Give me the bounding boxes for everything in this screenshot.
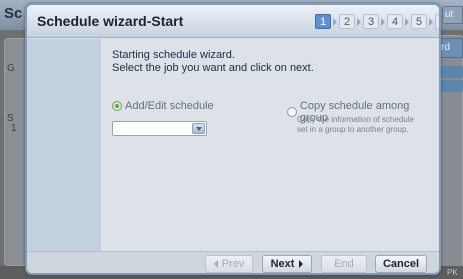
background-right-chip [440,66,463,78]
step-arrow-icon [379,14,387,29]
arrow-right-icon [299,260,304,269]
intro-line-1: Starting schedule wizard. [112,49,235,61]
step-3: 3 [363,14,379,29]
step-5: 5 [411,14,427,29]
copy-option-description: Copy the information of schedule set in … [297,115,414,135]
cancel-button-label: Cancel [382,258,420,270]
step-4: 4 [387,14,403,29]
cancel-button[interactable]: Cancel [375,255,427,273]
background-left-letter: 1 [11,123,17,134]
dialog-header: Schedule wizard-Start 1 2 3 4 5 6 [27,5,439,38]
dialog-sidebar [27,39,101,251]
chevron-down-icon[interactable] [192,123,205,134]
step-1: 1 [315,14,331,29]
schedule-select[interactable] [112,121,207,136]
option-add-edit-schedule[interactable]: Add/Edit schedule [112,100,214,112]
background-window-title: Sc [4,5,23,22]
prev-button[interactable]: Prev [205,255,253,273]
step-arrow-icon [403,14,411,29]
background-right-tab: rd [438,38,463,58]
next-button-label: Next [270,258,295,270]
step-6: 6 [435,14,439,29]
next-button[interactable]: Next [262,255,312,273]
prev-button-label: Prev [221,258,245,270]
end-button[interactable]: End [321,255,367,273]
intro-line-2: Select the job you want and click on nex… [112,62,314,74]
step-arrow-icon [427,14,435,29]
background-status-text: PK [447,268,458,277]
option-add-edit-label[interactable]: Add/Edit schedule [125,100,214,112]
step-2: 2 [339,14,355,29]
dialog-footer: Prev Next End Cancel [27,251,439,273]
copy-desc-line-2: set in a group to another group. [297,125,409,134]
background-top-right-button: ut [442,6,463,24]
dialog-content: Starting schedule wizard. Select the job… [101,39,439,251]
radio-copy[interactable] [287,107,297,117]
copy-desc-line-1: Copy the information of schedule [297,115,414,124]
wizard-step-indicator: 1 2 3 4 5 6 [315,14,439,29]
schedule-wizard-dialog: Schedule wizard-Start 1 2 3 4 5 6 Starti… [25,3,441,275]
dialog-title: Schedule wizard-Start [37,13,184,29]
radio-add-edit[interactable] [112,101,122,111]
background-right-chip [440,80,463,92]
step-arrow-icon [331,14,339,29]
background-left-letter: G [7,63,15,74]
step-arrow-icon [355,14,363,29]
arrow-left-icon [213,260,218,269]
intro-text: Starting schedule wizard. Select the job… [112,49,314,75]
end-button-label: End [334,258,354,270]
